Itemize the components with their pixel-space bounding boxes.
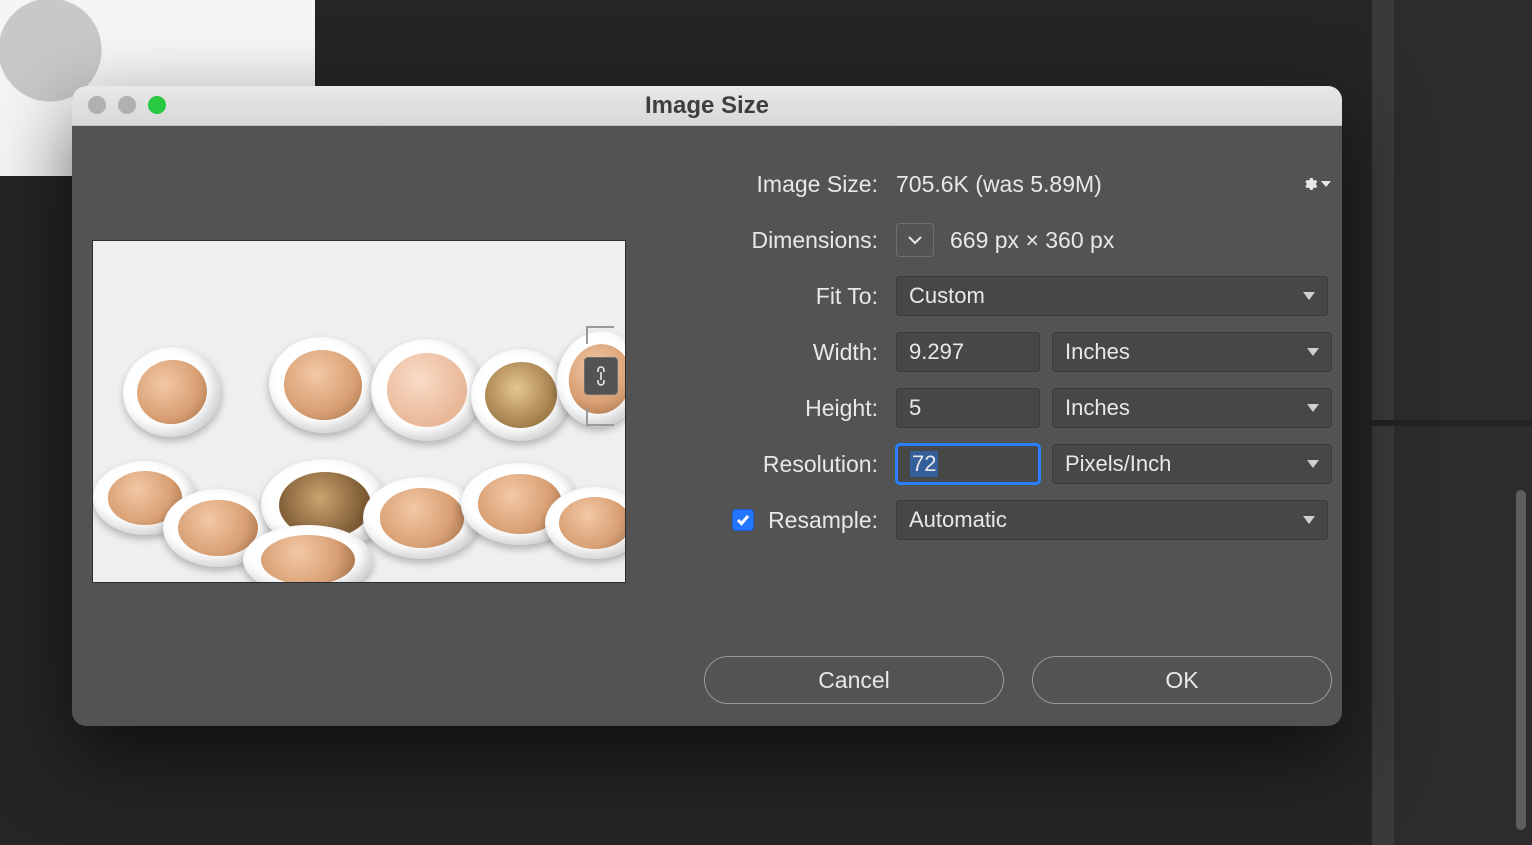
panels-rail: [1372, 0, 1532, 845]
fit-to-select[interactable]: Custom: [896, 276, 1328, 316]
chevron-down-icon: [1307, 348, 1319, 356]
fit-to-value: Custom: [909, 283, 985, 309]
dimensions-unit-dropdown[interactable]: [896, 223, 934, 257]
image-size-dialog: Image Size Image Size: 705.6K: [72, 86, 1342, 726]
cancel-button[interactable]: Cancel: [704, 656, 1004, 704]
image-preview[interactable]: [92, 240, 626, 583]
chevron-down-icon: [1307, 404, 1319, 412]
dimensions-label: Dimensions:: [626, 227, 896, 254]
settings-gear-icon[interactable]: [1302, 176, 1332, 192]
resolution-input[interactable]: 72: [896, 444, 1040, 484]
fit-to-label: Fit To:: [626, 283, 896, 310]
ok-button[interactable]: OK: [1032, 656, 1332, 704]
width-unit-select[interactable]: Inches: [1052, 332, 1332, 372]
resample-label: Resample:: [768, 507, 878, 534]
constrain-proportions-button[interactable]: [584, 357, 618, 395]
window-minimize-button[interactable]: [118, 96, 136, 114]
dialog-titlebar[interactable]: Image Size: [72, 86, 1342, 126]
dialog-title: Image Size: [72, 92, 1342, 120]
image-size-value: 705.6K (was 5.89M): [896, 171, 1102, 198]
window-zoom-button[interactable]: [148, 96, 166, 114]
height-label: Height:: [626, 395, 896, 422]
window-controls: [88, 96, 166, 114]
height-input[interactable]: 5: [896, 388, 1040, 428]
chevron-down-icon: [1303, 516, 1315, 524]
resolution-label: Resolution:: [626, 451, 896, 478]
resample-method-select[interactable]: Automatic: [896, 500, 1328, 540]
height-unit-select[interactable]: Inches: [1052, 388, 1332, 428]
image-size-label: Image Size:: [626, 171, 896, 198]
resample-checkbox[interactable]: [732, 509, 754, 531]
panel-scrollbar[interactable]: [1516, 490, 1526, 830]
chevron-down-icon: [1303, 292, 1315, 300]
window-close-button[interactable]: [88, 96, 106, 114]
chevron-down-icon: [1307, 460, 1319, 468]
width-label: Width:: [626, 339, 896, 366]
width-input[interactable]: 9.297: [896, 332, 1040, 372]
dimensions-value: 669 px × 360 px: [950, 227, 1114, 254]
resolution-unit-select[interactable]: Pixels/Inch: [1052, 444, 1332, 484]
